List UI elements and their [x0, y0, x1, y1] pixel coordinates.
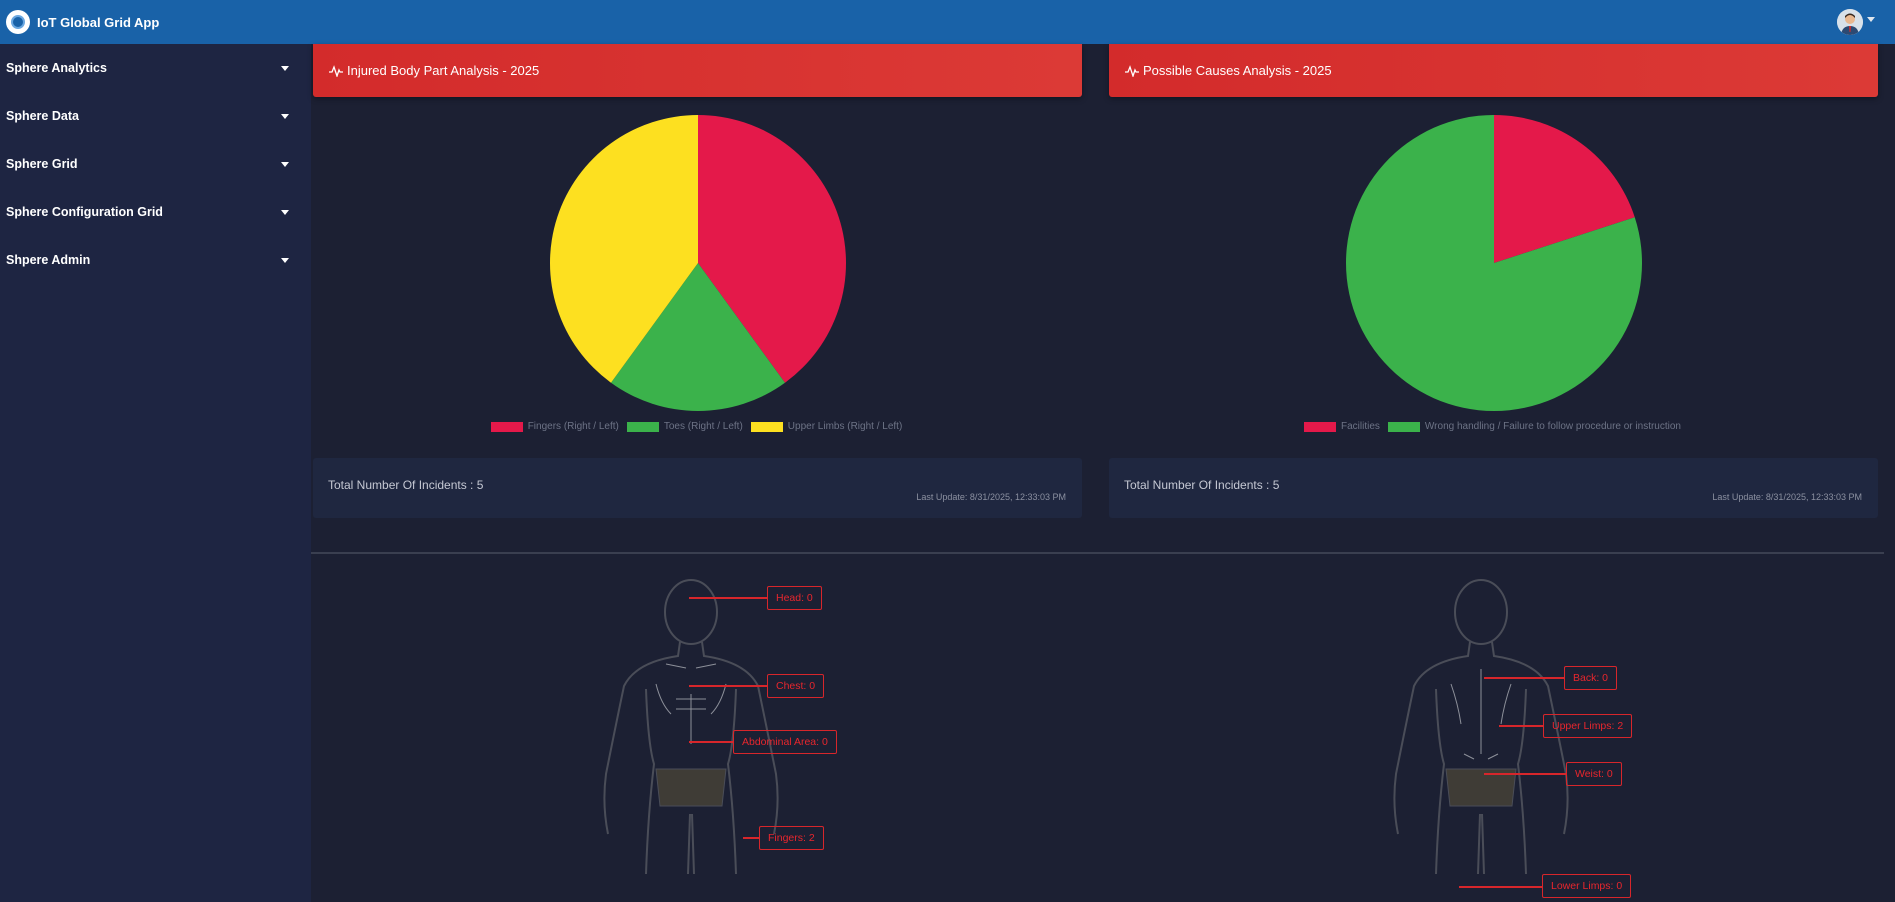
leader-line	[689, 685, 767, 687]
legend-label: Facilities	[1341, 421, 1380, 432]
user-avatar-icon[interactable]	[1837, 9, 1863, 35]
legend-label: Fingers (Right / Left)	[527, 421, 619, 432]
weist-callout: Weist: 0	[1566, 762, 1622, 786]
total-incidents: Total Number Of Incidents : 5	[1124, 478, 1280, 492]
card-footer: Total Number Of Incidents : 5 Last Updat…	[1109, 458, 1878, 518]
leader-line	[743, 837, 759, 839]
sidebar-item-sphere-grid[interactable]: Sphere Grid	[0, 140, 311, 188]
app-title[interactable]: IoT Global Grid App	[37, 15, 159, 30]
upper-limps-callout: Upper Limps: 2	[1543, 714, 1633, 738]
leader-line	[689, 597, 767, 599]
legend-item[interactable]: Toes (Right / Left)	[626, 421, 743, 432]
card-header: Possible Causes Analysis - 2025	[1109, 44, 1878, 97]
legend-item[interactable]: Fingers (Right / Left)	[490, 421, 619, 432]
caret-down-icon	[281, 209, 289, 215]
chart-legend: Facilities Wrong handling / Failure to fo…	[1107, 421, 1878, 432]
pulse-icon	[1125, 64, 1139, 77]
legend-label: Wrong handling / Failure to follow proce…	[1424, 421, 1681, 432]
sidebar-item-label: Shpere Admin	[6, 253, 91, 267]
leader-line	[1499, 725, 1543, 727]
chest-callout: Chest: 0	[767, 674, 825, 698]
injured-body-part-card: Injured Body Part Analysis - 2025 Finger…	[311, 44, 1082, 518]
leader-line	[1484, 677, 1564, 679]
sidebar-item-label: Sphere Analytics	[6, 61, 107, 75]
caret-down-icon	[281, 113, 289, 119]
main-content: Injured Body Part Analysis - 2025 Finger…	[311, 44, 1895, 902]
card-footer: Total Number Of Incidents : 5 Last Updat…	[313, 458, 1082, 518]
sidebar-item-label: Sphere Configuration Grid	[6, 205, 163, 219]
sidebar-item-shpere-admin[interactable]: Shpere Admin	[0, 236, 311, 284]
lower-limps-callout: Lower Limps: 0	[1542, 874, 1632, 898]
legend-swatch	[626, 421, 659, 432]
back-callout: Back: 0	[1564, 666, 1618, 690]
top-bar: IoT Global Grid App	[0, 0, 1895, 44]
pie-chart-injured-body-part	[550, 115, 846, 411]
caret-down-icon	[281, 65, 289, 71]
sidebar-item-sphere-configuration-grid[interactable]: Sphere Configuration Grid	[0, 188, 311, 236]
section-divider	[311, 552, 1884, 554]
user-menu-caret-icon[interactable]	[1867, 17, 1875, 22]
globe-logo-icon[interactable]	[6, 10, 30, 34]
card-title: Injured Body Part Analysis - 2025	[347, 63, 540, 78]
caret-down-icon	[281, 257, 289, 263]
chart-legend: Fingers (Right / Left) Toes (Right / Left…	[311, 421, 1082, 432]
leader-line	[1459, 886, 1542, 888]
sidebar: Sphere Analytics Sphere Data Sphere Grid…	[0, 44, 311, 902]
legend-item[interactable]: Wrong handling / Failure to follow proce…	[1387, 421, 1681, 432]
last-update-timestamp: Last Update: 8/31/2025, 12:33:03 PM	[916, 492, 1066, 502]
caret-down-icon	[281, 161, 289, 167]
head-callout: Head: 0	[767, 586, 822, 610]
legend-swatch	[1304, 421, 1337, 432]
last-update-timestamp: Last Update: 8/31/2025, 12:33:03 PM	[1712, 492, 1862, 502]
total-incidents: Total Number Of Incidents : 5	[328, 478, 484, 492]
legend-label: Toes (Right / Left)	[663, 421, 743, 432]
possible-causes-card: Possible Causes Analysis - 2025 Faciliti…	[1107, 44, 1878, 518]
legend-item[interactable]: Facilities	[1304, 421, 1380, 432]
legend-label: Upper Limbs (Right / Left)	[787, 421, 903, 432]
legend-swatch	[490, 421, 523, 432]
legend-swatch	[750, 421, 783, 432]
abdominal-area-callout: Abdominal Area: 0	[733, 730, 837, 754]
back-body-figure-icon	[1393, 579, 1569, 875]
pie-chart-possible-causes	[1346, 115, 1642, 412]
fingers-callout: Fingers: 2	[759, 826, 824, 850]
leader-line	[1484, 773, 1566, 775]
pulse-icon	[329, 64, 343, 77]
legend-item[interactable]: Upper Limbs (Right / Left)	[750, 421, 903, 432]
card-title: Possible Causes Analysis - 2025	[1143, 63, 1332, 78]
card-header: Injured Body Part Analysis - 2025	[313, 44, 1082, 97]
sidebar-item-sphere-data[interactable]: Sphere Data	[0, 92, 311, 140]
sidebar-item-sphere-analytics[interactable]: Sphere Analytics	[0, 44, 311, 92]
leader-line	[689, 741, 733, 743]
sidebar-item-label: Sphere Grid	[6, 157, 78, 171]
legend-swatch	[1387, 421, 1420, 432]
sidebar-item-label: Sphere Data	[6, 109, 79, 123]
